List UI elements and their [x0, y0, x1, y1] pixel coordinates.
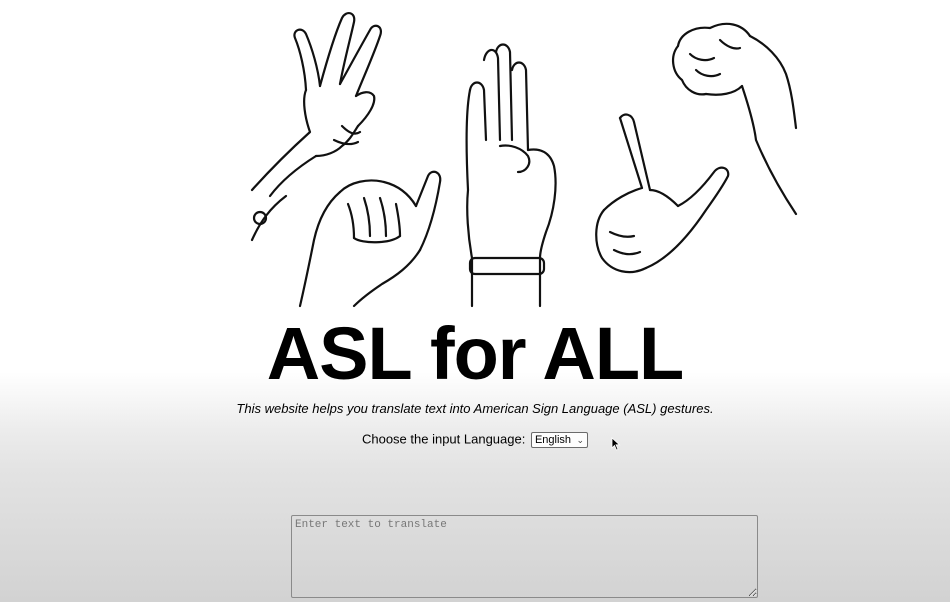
language-label: Choose the input Language:: [361, 431, 526, 447]
hand-w-icon: [250, 12, 382, 242]
language-select-value: English: [534, 433, 572, 446]
page-title: ASL for ALL: [266, 312, 685, 395]
chevron-down-icon: ⌄: [576, 434, 585, 445]
hand-b-icon: [465, 43, 557, 308]
hand-c-icon: [298, 170, 442, 308]
language-selector-row: Choose the input Language: English ⌄: [0, 430, 950, 449]
asl-hands-illustration: [250, 0, 798, 308]
translate-text-input[interactable]: [291, 515, 758, 598]
language-select[interactable]: English ⌄: [530, 431, 589, 448]
mouse-pointer-icon: [611, 437, 621, 451]
page-subtitle: This website helps you translate text in…: [236, 401, 714, 416]
hand-fist-icon: [672, 22, 798, 216]
hand-pointing-icon: [595, 113, 730, 274]
